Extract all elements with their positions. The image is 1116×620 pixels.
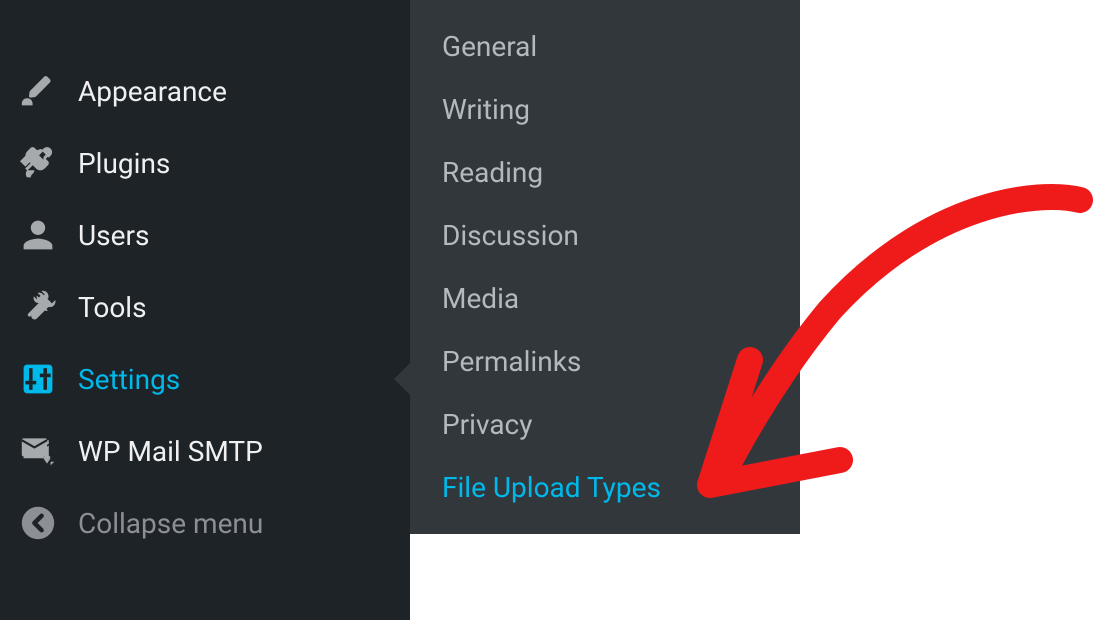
settings-submenu: General Writing Reading Discussion Media…: [410, 0, 800, 534]
sidebar-item-label: Appearance: [78, 75, 227, 108]
submenu-item-permalinks[interactable]: Permalinks: [410, 330, 800, 393]
submenu-item-media[interactable]: Media: [410, 267, 800, 330]
submenu-item-writing[interactable]: Writing: [410, 78, 800, 141]
sidebar-item-appearance[interactable]: Appearance: [0, 55, 410, 127]
collapse-label: Collapse menu: [78, 507, 263, 540]
collapse-menu-button[interactable]: Collapse menu: [0, 487, 410, 559]
collapse-icon: [20, 505, 56, 541]
user-icon: [20, 217, 56, 253]
sidebar-item-label: Tools: [78, 291, 147, 324]
paintbrush-icon: [20, 73, 56, 109]
submenu-item-privacy[interactable]: Privacy: [410, 393, 800, 456]
plug-icon: [20, 145, 56, 181]
mail-icon: [20, 433, 56, 469]
submenu-item-discussion[interactable]: Discussion: [410, 204, 800, 267]
sidebar-item-label: Settings: [78, 363, 180, 396]
wrench-icon: [20, 289, 56, 325]
sidebar-item-plugins[interactable]: Plugins: [0, 127, 410, 199]
sidebar-item-tools[interactable]: Tools: [0, 271, 410, 343]
sliders-icon: [20, 361, 56, 397]
sidebar-item-settings[interactable]: Settings: [0, 343, 410, 415]
submenu-item-general[interactable]: General: [410, 15, 800, 78]
sidebar-item-wp-mail-smtp[interactable]: WP Mail SMTP: [0, 415, 410, 487]
submenu-item-file-upload-types[interactable]: File Upload Types: [410, 456, 800, 519]
sidebar-item-label: WP Mail SMTP: [78, 435, 263, 468]
sidebar-item-users[interactable]: Users: [0, 199, 410, 271]
sidebar-item-label: Plugins: [78, 147, 170, 180]
admin-sidebar: Appearance Plugins Users Tools Settings …: [0, 0, 410, 620]
submenu-item-reading[interactable]: Reading: [410, 141, 800, 204]
sidebar-item-label: Users: [78, 219, 149, 252]
